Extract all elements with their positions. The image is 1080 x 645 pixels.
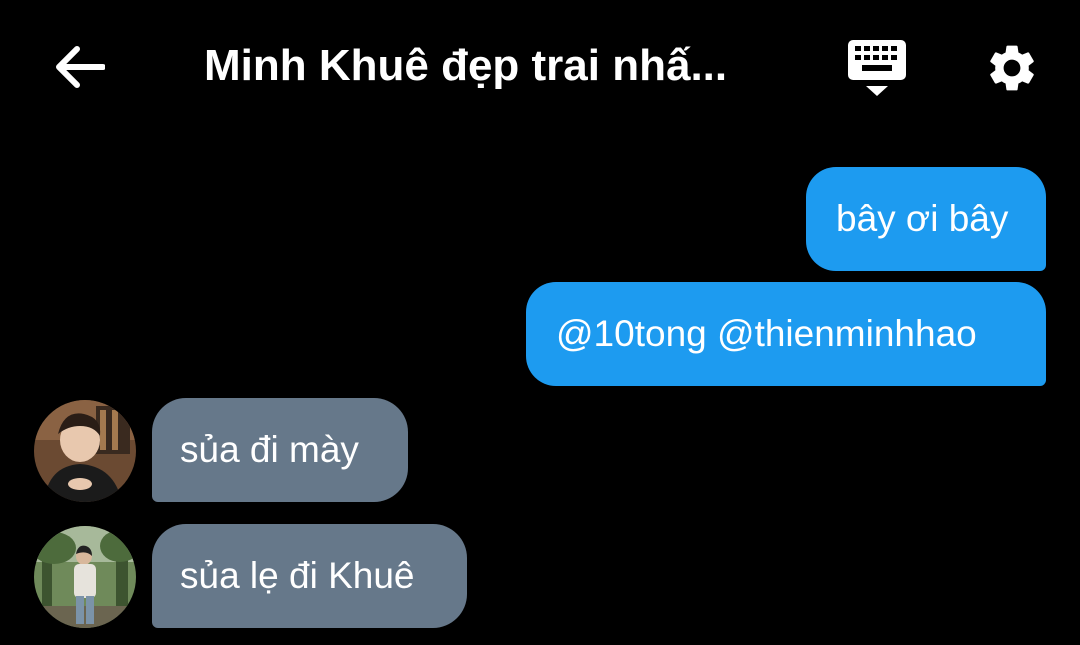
back-button[interactable] — [50, 40, 108, 94]
message-text: @10tong @thienminhhao — [556, 313, 977, 354]
message-text: sủa đi mày — [180, 429, 359, 470]
keyboard-toggle-button[interactable] — [846, 36, 910, 102]
message-text: bây ơi bây — [836, 198, 1009, 239]
message-bubble-incoming[interactable]: sủa lẹ đi Khuê — [152, 524, 467, 628]
message-text: sủa lẹ đi Khuê — [180, 555, 415, 596]
avatar-photo — [34, 400, 136, 502]
gear-icon — [990, 45, 1034, 91]
message-bubble-incoming[interactable]: sủa đi mày — [152, 398, 408, 502]
avatar[interactable] — [34, 526, 136, 628]
keyboard-icon — [848, 40, 906, 96]
avatar-photo — [34, 526, 136, 628]
settings-button[interactable] — [980, 38, 1044, 98]
message-bubble-outgoing[interactable]: bây ơi bây — [806, 167, 1046, 271]
message-bubble-outgoing[interactable]: @10tong @thienminhhao — [526, 282, 1046, 386]
arrow-left-icon — [56, 46, 105, 88]
avatar[interactable] — [34, 400, 136, 502]
chat-title: Minh Khuê đẹp trai nhấ... — [204, 41, 728, 90]
chat-header: Minh Khuê đẹp trai nhấ... — [0, 0, 1080, 134]
